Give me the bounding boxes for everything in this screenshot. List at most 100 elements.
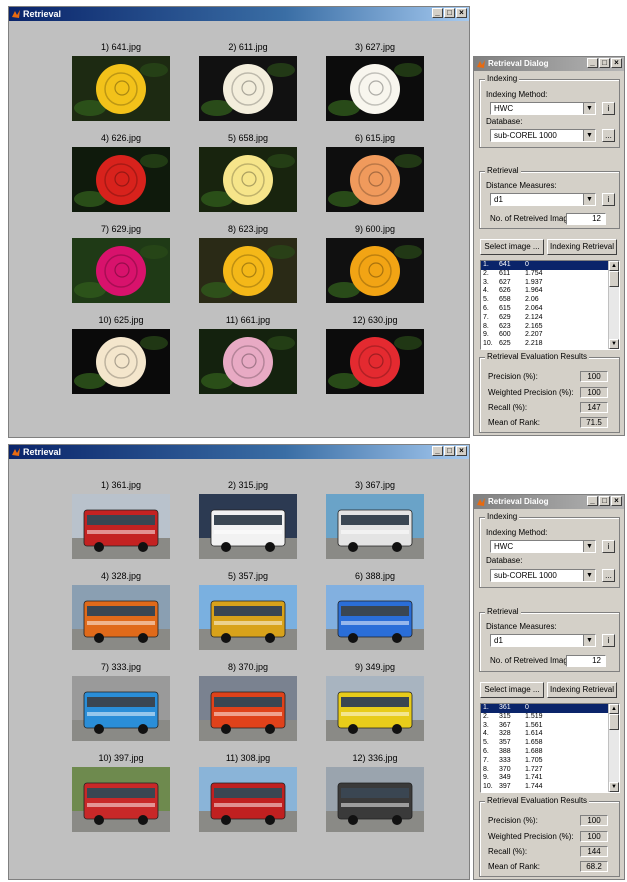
result-thumbnail[interactable]: 10) 397.jpg xyxy=(72,753,170,832)
results-list-item[interactable]: 5. 658 2.06 xyxy=(481,296,619,305)
thumbnail-image[interactable] xyxy=(72,329,170,394)
results-list-item[interactable]: 3. 627 1.937 xyxy=(481,279,619,288)
select-image-button[interactable]: Select image ... xyxy=(480,682,544,698)
results-list-item[interactable]: 11. 308 1.748 xyxy=(481,792,619,793)
results-list-item[interactable]: 4. 328 1.614 xyxy=(481,730,619,739)
results-list-item[interactable]: 1. 641 0 xyxy=(481,261,619,270)
indexing-method-select[interactable]: HWC ▼ xyxy=(490,102,596,115)
indexing-retrieval-button[interactable]: Indexing Retrieval xyxy=(547,239,617,255)
thumbnail-image[interactable] xyxy=(199,238,297,303)
distance-info-button[interactable]: i xyxy=(602,634,615,647)
result-thumbnail[interactable]: 12) 630.jpg xyxy=(326,315,424,394)
result-thumbnail[interactable]: 9) 600.jpg xyxy=(326,224,424,303)
thumbnail-image[interactable] xyxy=(199,147,297,212)
results-list-item[interactable]: 9. 349 1.741 xyxy=(481,774,619,783)
close-button[interactable]: × xyxy=(456,446,467,456)
result-thumbnail[interactable]: 1) 641.jpg xyxy=(72,42,170,121)
result-thumbnail[interactable]: 12) 336.jpg xyxy=(326,753,424,832)
maximize-button[interactable]: □ xyxy=(444,446,455,456)
thumbnail-image[interactable] xyxy=(72,767,170,832)
result-thumbnail[interactable]: 6) 388.jpg xyxy=(326,571,424,650)
results-list-item[interactable]: 1. 361 0 xyxy=(481,704,619,713)
distance-measures-select[interactable]: d1 ▼ xyxy=(490,634,596,647)
scroll-thumb[interactable] xyxy=(609,271,619,287)
results-list-item[interactable]: 2. 611 1.754 xyxy=(481,270,619,279)
result-thumbnail[interactable]: 2) 315.jpg xyxy=(199,480,297,559)
thumbnail-image[interactable] xyxy=(72,238,170,303)
close-button[interactable]: × xyxy=(611,58,622,68)
close-button[interactable]: × xyxy=(456,8,467,18)
thumbnail-image[interactable] xyxy=(326,329,424,394)
maximize-button[interactable]: □ xyxy=(599,58,610,68)
results-list[interactable]: 1. 641 0 2. 611 1.754 3. 627 1.937 4. 626 1.964 5. 65… xyxy=(480,260,620,350)
results-list-item[interactable]: 10. 625 2.218 xyxy=(481,340,619,349)
result-thumbnail[interactable]: 6) 615.jpg xyxy=(326,133,424,212)
thumbnail-image[interactable] xyxy=(199,676,297,741)
thumbnail-image[interactable] xyxy=(199,585,297,650)
result-thumbnail[interactable]: 1) 361.jpg xyxy=(72,480,170,559)
result-thumbnail[interactable]: 5) 658.jpg xyxy=(199,133,297,212)
database-select[interactable]: sub-COREL 1000 ▼ xyxy=(490,569,596,582)
scroll-down-icon[interactable]: ▼ xyxy=(609,782,619,792)
chevron-down-icon[interactable]: ▼ xyxy=(583,130,595,141)
result-thumbnail[interactable]: 3) 367.jpg xyxy=(326,480,424,559)
maximize-button[interactable]: □ xyxy=(599,496,610,506)
thumbnail-image[interactable] xyxy=(199,329,297,394)
scroll-up-icon[interactable]: ▲ xyxy=(609,261,619,271)
results-scrollbar[interactable]: ▲ ▼ xyxy=(608,704,619,792)
result-thumbnail[interactable]: 4) 328.jpg xyxy=(72,571,170,650)
thumbnail-image[interactable] xyxy=(199,56,297,121)
minimize-button[interactable]: _ xyxy=(587,58,598,68)
thumbnail-image[interactable] xyxy=(326,767,424,832)
result-thumbnail[interactable]: 11) 661.jpg xyxy=(199,315,297,394)
indexing-method-select[interactable]: HWC ▼ xyxy=(490,540,596,553)
result-thumbnail[interactable]: 5) 357.jpg xyxy=(199,571,297,650)
result-thumbnail[interactable]: 2) 611.jpg xyxy=(199,42,297,121)
thumbnail-image[interactable] xyxy=(326,238,424,303)
num-retrieved-input[interactable]: 12 xyxy=(566,655,606,667)
num-retrieved-input[interactable]: 12 xyxy=(566,213,606,225)
scroll-down-icon[interactable]: ▼ xyxy=(609,339,619,349)
database-browse-button[interactable]: ... xyxy=(602,569,615,582)
minimize-button[interactable]: _ xyxy=(587,496,598,506)
results-list-item[interactable]: 8. 623 2.165 xyxy=(481,323,619,332)
indexing-info-button[interactable]: i xyxy=(602,102,615,115)
dialog-titlebar[interactable]: Retrieval Dialog _ □ × xyxy=(474,57,624,71)
results-list-item[interactable]: 6. 388 1.688 xyxy=(481,748,619,757)
thumbnail-image[interactable] xyxy=(72,56,170,121)
chevron-down-icon[interactable]: ▼ xyxy=(583,194,595,205)
minimize-button[interactable]: _ xyxy=(432,446,443,456)
scroll-up-icon[interactable]: ▲ xyxy=(609,704,619,714)
thumbnail-image[interactable] xyxy=(72,147,170,212)
result-thumbnail[interactable]: 10) 625.jpg xyxy=(72,315,170,394)
window-titlebar[interactable]: Retrieval _ □ × xyxy=(9,445,469,459)
result-thumbnail[interactable]: 3) 627.jpg xyxy=(326,42,424,121)
results-list-item[interactable]: 6. 615 2.064 xyxy=(481,305,619,314)
distance-measures-select[interactable]: d1 ▼ xyxy=(490,193,596,206)
results-list[interactable]: 1. 361 0 2. 315 1.519 3. 367 1.561 4. 328 1.614 5. 35… xyxy=(480,703,620,793)
results-list-item[interactable]: 3. 367 1.561 xyxy=(481,722,619,731)
result-thumbnail[interactable]: 7) 333.jpg xyxy=(72,662,170,741)
select-image-button[interactable]: Select image ... xyxy=(480,239,544,255)
results-list-item[interactable]: 7. 333 1.705 xyxy=(481,757,619,766)
results-list-item[interactable]: 8. 370 1.727 xyxy=(481,766,619,775)
result-thumbnail[interactable]: 4) 626.jpg xyxy=(72,133,170,212)
minimize-button[interactable]: _ xyxy=(432,8,443,18)
chevron-down-icon[interactable]: ▼ xyxy=(583,103,595,114)
distance-info-button[interactable]: i xyxy=(602,193,615,206)
thumbnail-image[interactable] xyxy=(72,676,170,741)
results-list-item[interactable]: 9. 600 2.207 xyxy=(481,331,619,340)
close-button[interactable]: × xyxy=(611,496,622,506)
results-list-item[interactable]: 4. 626 1.964 xyxy=(481,287,619,296)
result-thumbnail[interactable]: 8) 370.jpg xyxy=(199,662,297,741)
indexing-info-button[interactable]: i xyxy=(602,540,615,553)
result-thumbnail[interactable]: 8) 623.jpg xyxy=(199,224,297,303)
thumbnail-image[interactable] xyxy=(326,56,424,121)
results-list-item[interactable]: 10. 397 1.744 xyxy=(481,783,619,792)
thumbnail-image[interactable] xyxy=(326,494,424,559)
thumbnail-image[interactable] xyxy=(326,676,424,741)
maximize-button[interactable]: □ xyxy=(444,8,455,18)
chevron-down-icon[interactable]: ▼ xyxy=(583,570,595,581)
results-list-item[interactable]: 7. 629 2.124 xyxy=(481,314,619,323)
thumbnail-image[interactable] xyxy=(199,494,297,559)
